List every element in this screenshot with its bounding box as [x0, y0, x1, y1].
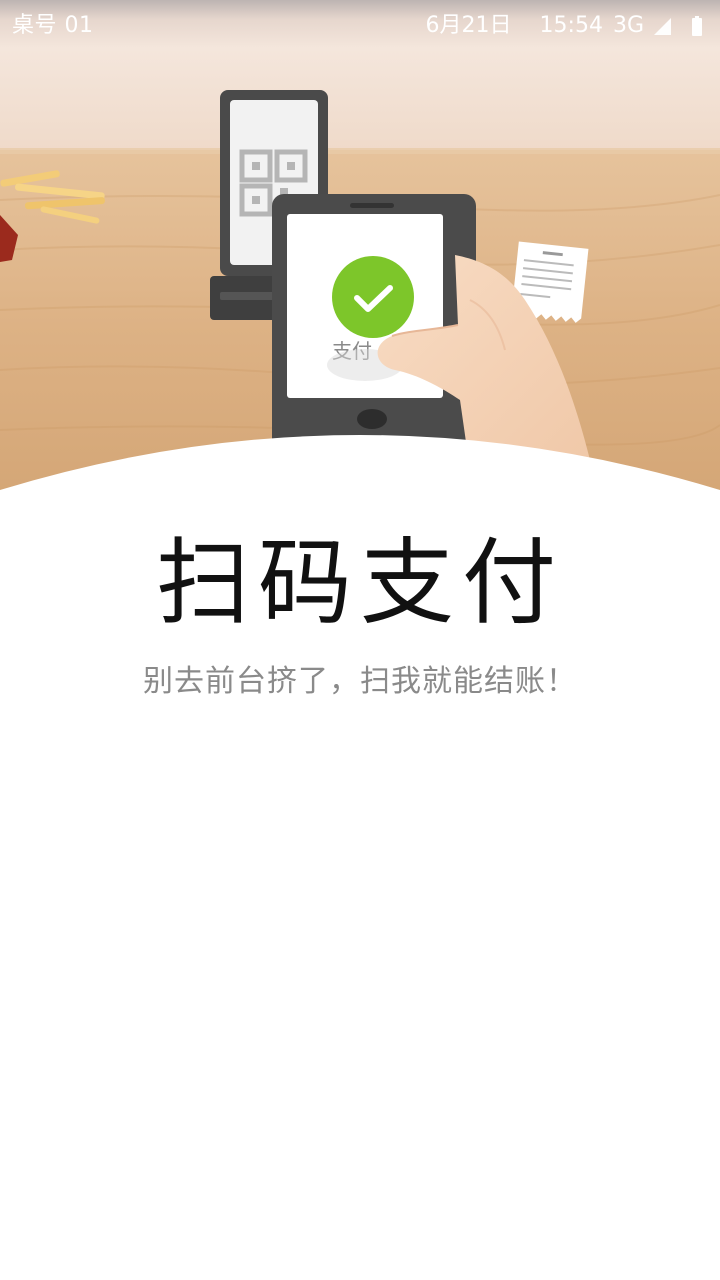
status-time: 15:54 — [539, 13, 603, 38]
page-subtitle: 别去前台挤了，扫我就能结账！ — [143, 664, 577, 700]
network-type: 3G — [612, 13, 644, 38]
success-check-circle — [332, 256, 414, 338]
page-title: 扫码支付 — [155, 529, 564, 638]
status-bar: 桌号 01 6月21日 15:54 3G — [0, 0, 720, 52]
scan-pay-illustration: 支付 — [0, 0, 720, 500]
table-number-label: 桌号 01 — [12, 13, 94, 38]
hero-illustration: 支付 — [0, 0, 720, 500]
status-date: 6月21日 — [425, 13, 512, 38]
signal-icon — [654, 18, 671, 35]
status-indicators: 6月21日 15:54 3G — [426, 0, 702, 52]
battery-icon — [692, 16, 702, 36]
phone-illustration: 支付 — [272, 194, 476, 456]
scan-pay-screen: 桌号 01 6月21日 15:54 3G 支付 扫码支付 别去前台挤了，扫我就能… — [0, 0, 720, 1280]
main-content: 扫码支付 别去前台挤了，扫我就能结账！ — [0, 520, 720, 700]
